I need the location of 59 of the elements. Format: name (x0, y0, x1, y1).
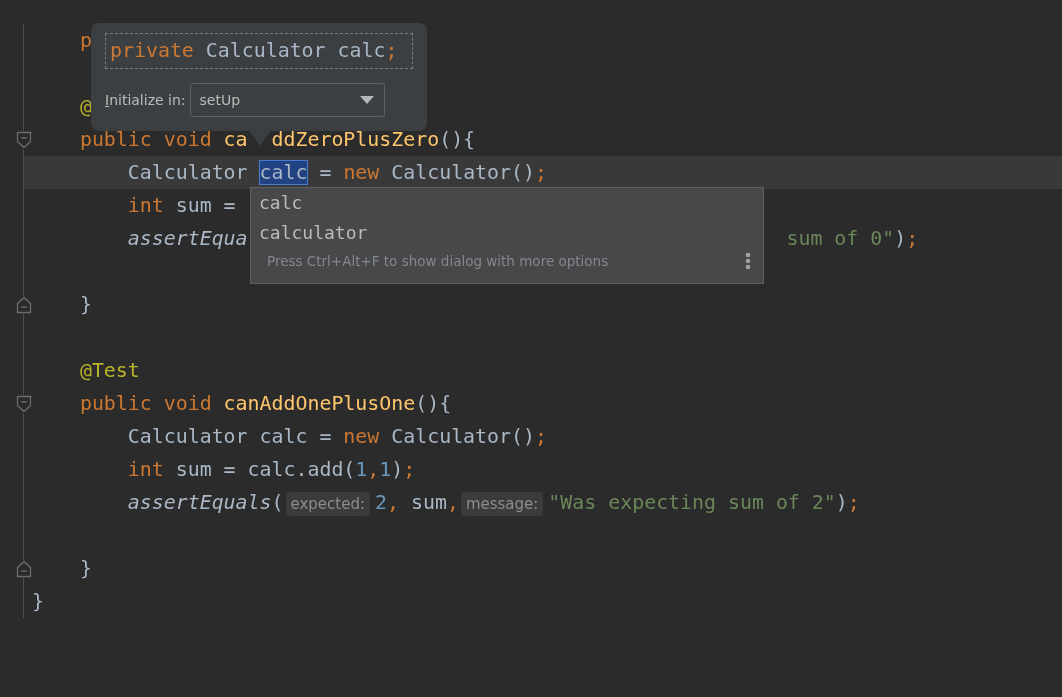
code-text: sum = (174, 194, 237, 217)
method-name: ca (223, 128, 248, 151)
punctuation: ; (403, 458, 416, 481)
keyword: new (343, 425, 380, 448)
completion-item[interactable]: calc (251, 188, 763, 218)
code-text: (){ (415, 392, 452, 415)
fold-icon[interactable] (16, 560, 32, 578)
string-literal: sum of 0" (786, 227, 895, 250)
fold-icon[interactable] (16, 131, 32, 149)
code-text: Calculator() (390, 425, 535, 448)
code-text: ) (894, 227, 907, 250)
selected-text: calc (259, 161, 308, 184)
punctuation: , (387, 491, 399, 514)
fold-icon[interactable] (16, 395, 32, 413)
method-call: assertEqua (126, 227, 248, 250)
punctuation: ; (906, 227, 919, 250)
keyword: public void (78, 128, 213, 151)
more-icon[interactable] (745, 252, 751, 270)
code-text: ( (271, 491, 284, 514)
string-literal: "Was expecting sum of 2" (548, 491, 836, 514)
number-literal: 1 (379, 458, 392, 481)
initialize-label: Initialize in: (105, 92, 186, 108)
annotation: @ (78, 95, 92, 118)
declaration-field[interactable]: private Calculator calc; (105, 33, 413, 69)
completion-item[interactable]: calculator (251, 218, 763, 248)
method-call: assertEquals (126, 491, 272, 514)
code-text: ) (391, 458, 404, 481)
number-literal: 2 (375, 491, 387, 514)
code-text: } (78, 557, 92, 580)
code-text: } (32, 590, 44, 613)
code-text: } (78, 293, 92, 316)
number-literal: 1 (355, 458, 368, 481)
code-text: ) (835, 491, 848, 514)
code-text: sum (409, 491, 447, 514)
keyword: int (126, 458, 164, 481)
punctuation: ; (535, 161, 547, 184)
punctuation: ; (847, 491, 860, 514)
keyword: public void (78, 392, 213, 415)
initialize-dropdown[interactable]: setUp (189, 83, 385, 117)
keyword: p (78, 29, 92, 52)
punctuation: ; (535, 425, 547, 448)
code-text: Calculator calc = (126, 425, 333, 448)
method-name: canAddOnePlusOne (223, 392, 416, 415)
annotation: @Test (78, 359, 140, 382)
completion-hint: Press Ctrl+Alt+F to show dialog with more options (267, 253, 609, 269)
punctuation: , (446, 491, 459, 514)
method-name: ddZeroPlusZero (271, 128, 440, 151)
caret-icon (359, 96, 374, 104)
parameter-hint: expected: (285, 492, 371, 516)
code-text: sum = calc.add( (174, 458, 356, 481)
code-text: (){ (439, 128, 476, 151)
code-text: Calculator (126, 161, 249, 184)
keyword: int (126, 194, 164, 217)
parameter-hint: message: (460, 492, 544, 516)
code-text: = (318, 161, 333, 184)
keyword: new (343, 161, 380, 184)
fold-icon[interactable] (16, 296, 32, 314)
code-text: Calculator() (390, 161, 535, 184)
punctuation: , (367, 458, 380, 481)
